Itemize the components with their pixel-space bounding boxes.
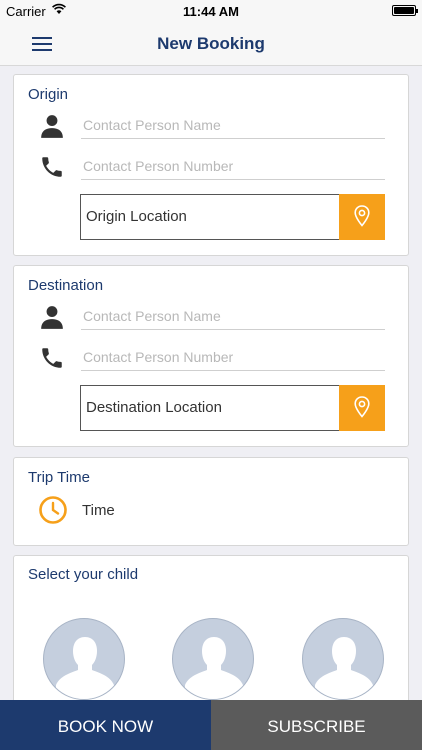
destination-title: Destination <box>28 277 104 294</box>
origin-title: Origin <box>28 86 69 103</box>
location-pin-icon <box>354 205 370 227</box>
trip-time-value: Time <box>82 502 115 519</box>
destination-contact-name-input[interactable] <box>81 302 385 330</box>
origin-contact-number-input[interactable] <box>81 152 385 180</box>
child-avatar-2[interactable] <box>172 618 254 700</box>
destination-location-label: Destination Location <box>86 399 222 416</box>
battery-icon <box>392 5 418 16</box>
origin-contact-name-input[interactable] <box>81 111 385 139</box>
origin-card: Origin Origin Location <box>13 74 409 256</box>
bottom-action-bar: BOOK NOW SUBSCRIBE <box>0 700 422 750</box>
location-pin-icon <box>354 396 370 418</box>
person-icon <box>41 115 63 138</box>
child-avatar-1[interactable] <box>43 618 125 700</box>
page-title: New Booking <box>157 34 265 53</box>
status-bar: Carrier 11:44 AM <box>0 0 422 22</box>
nav-bar: New Booking <box>0 22 422 66</box>
phone-icon <box>42 157 62 177</box>
child-avatar-placeholder-icon <box>56 637 114 699</box>
hamburger-menu-icon[interactable] <box>32 35 54 53</box>
person-icon <box>41 306 63 329</box>
origin-location-pin-button[interactable] <box>339 194 385 240</box>
status-time: 11:44 AM <box>183 4 239 19</box>
subscribe-button[interactable]: SUBSCRIBE <box>211 700 422 750</box>
destination-location-field[interactable]: Destination Location <box>80 385 385 431</box>
child-avatar-placeholder-icon <box>185 637 243 699</box>
child-avatar-3[interactable] <box>302 618 384 700</box>
origin-location-field[interactable]: Origin Location <box>80 194 385 240</box>
origin-location-label: Origin Location <box>86 208 187 225</box>
book-now-button[interactable]: BOOK NOW <box>0 700 211 750</box>
clock-icon <box>39 496 67 524</box>
trip-time-card[interactable]: Trip Time Time <box>13 457 409 546</box>
child-avatar-placeholder-icon <box>315 637 373 699</box>
select-child-title: Select your child <box>28 566 139 583</box>
phone-icon <box>42 348 62 368</box>
destination-contact-number-input[interactable] <box>81 343 385 371</box>
destination-card: Destination Destination Location <box>13 265 409 447</box>
trip-time-title: Trip Time <box>28 469 90 486</box>
destination-location-pin-button[interactable] <box>339 385 385 431</box>
